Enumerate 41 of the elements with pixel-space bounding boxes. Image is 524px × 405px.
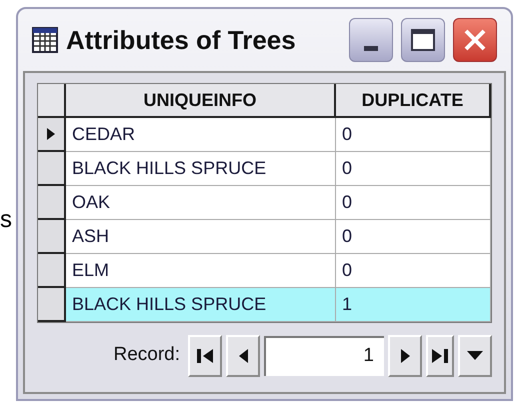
select-all-cell[interactable] [38,84,66,118]
record-selector[interactable] [38,254,66,288]
record-selector[interactable] [38,118,66,152]
table-cell: 0 [336,118,491,152]
close-button[interactable] [453,18,497,62]
record-selector[interactable] [38,152,66,186]
record-selector[interactable] [38,288,66,322]
table-cell: BLACK HILLS SPRUCE [66,152,336,186]
table-cell: CEDAR [66,118,336,152]
window-title: Attributes of Trees [66,24,297,56]
table-cell: BLACK HILLS SPRUCE [66,288,336,322]
next-icon [400,348,410,362]
cut-off-letter: s [0,208,12,232]
table-cell: 1 [336,288,491,322]
table-cell: ELM [66,254,336,288]
table-cell: ASH [66,220,336,254]
previous-icon [238,348,248,362]
table-icon [32,27,58,53]
table-cell: 0 [336,254,491,288]
close-icon [462,27,488,53]
next-record-button[interactable] [388,334,422,376]
record-selector[interactable] [38,186,66,220]
table-cell: 0 [336,220,491,254]
table-cell: 0 [336,186,491,220]
table-cell: 0 [336,152,491,186]
column-header[interactable]: DUPLICATE [336,84,491,118]
record-number-field[interactable]: 1 [264,336,384,376]
table-cell: OAK [66,186,336,220]
column-header[interactable]: UNIQUEINFO [66,84,336,118]
down-triangle-icon [467,351,483,360]
last-record-button[interactable] [426,334,454,376]
previous-record-button[interactable] [226,334,260,376]
record-selector[interactable] [38,220,66,254]
record-label: Record: [113,343,180,368]
new-record-button[interactable] [458,334,492,376]
first-icon [197,348,213,362]
maximize-button[interactable] [401,18,445,62]
first-record-button[interactable] [188,334,222,376]
minimize-button[interactable] [349,18,393,62]
current-record-icon [47,128,55,140]
last-icon [432,348,448,362]
